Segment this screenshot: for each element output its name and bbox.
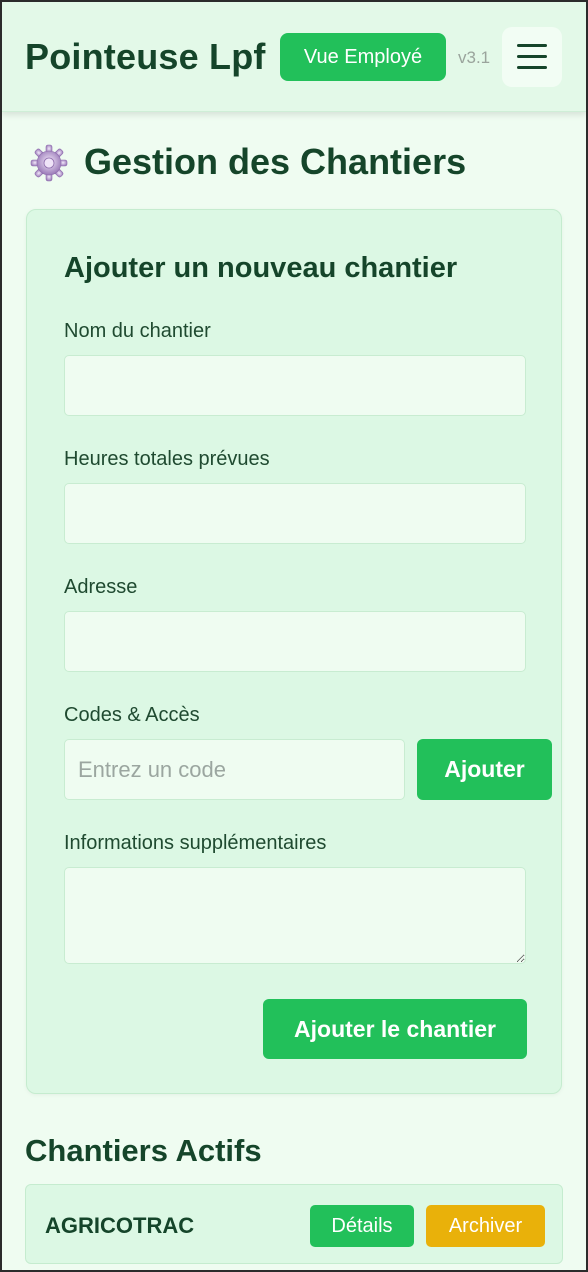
active-sites-title: Chantiers Actifs xyxy=(25,1133,262,1168)
version-label: v3.1 xyxy=(458,48,491,67)
site-name-input[interactable] xyxy=(64,355,526,416)
site-details-button[interactable]: Détails xyxy=(310,1205,414,1247)
total-hours-label: Heures totales prévues xyxy=(64,448,270,470)
top-header: Pointeuse Lpf Vue Employé v3.1 xyxy=(2,2,586,112)
add-site-form-card: Ajouter un nouveau chantier Nom du chant… xyxy=(26,209,562,1094)
menu-icon-bar-bottom xyxy=(517,66,547,69)
menu-icon-bar-middle xyxy=(517,55,547,58)
address-label: Adresse xyxy=(64,576,138,598)
app-title: Pointeuse Lpf xyxy=(25,36,266,77)
form-title: Ajouter un nouveau chantier xyxy=(64,252,458,284)
page-title: Gestion des Chantiers xyxy=(84,141,467,182)
add-site-submit-button[interactable]: Ajouter le chantier xyxy=(263,999,527,1059)
access-code-input[interactable] xyxy=(64,739,405,800)
gear-icon xyxy=(30,144,68,182)
app-frame: Pointeuse Lpf Vue Employé v3.1 Gestion d… xyxy=(2,2,586,1270)
address-input[interactable] xyxy=(64,611,526,672)
add-code-button[interactable]: Ajouter xyxy=(417,739,552,800)
total-hours-input[interactable] xyxy=(64,483,526,544)
codes-access-label: Codes & Accès xyxy=(64,704,200,726)
site-archive-button[interactable]: Archiver xyxy=(426,1205,545,1247)
menu-icon-bar-top xyxy=(517,44,547,47)
additional-info-label: Informations supplémentaires xyxy=(64,832,327,854)
additional-info-textarea[interactable] xyxy=(64,867,526,964)
site-name-label: Nom du chantier xyxy=(64,320,211,342)
hamburger-menu-button[interactable] xyxy=(502,27,562,87)
site-name: AGRICOTRAC xyxy=(45,1213,195,1238)
employee-view-button[interactable]: Vue Employé xyxy=(280,33,446,81)
site-list-item: AGRICOTRAC Détails Archiver xyxy=(25,1184,563,1264)
